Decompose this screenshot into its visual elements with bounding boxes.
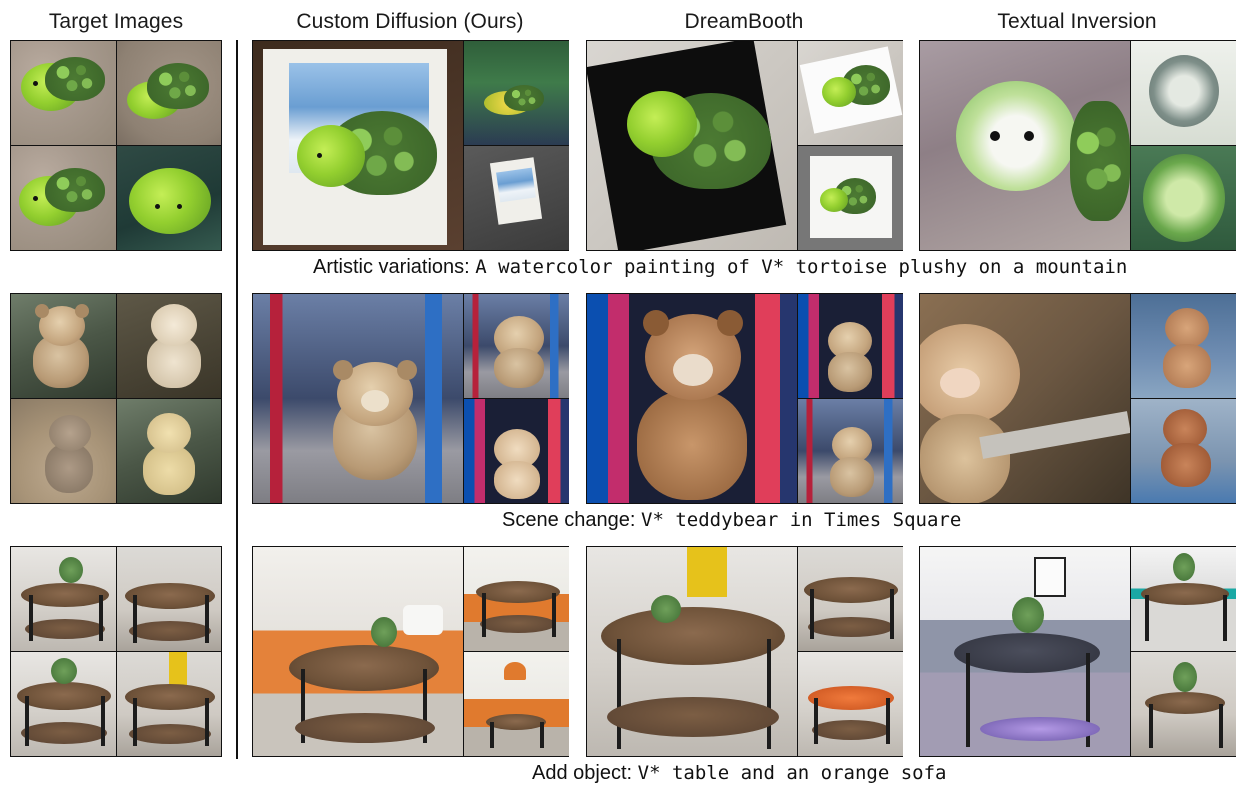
target-tortoise-2 — [116, 41, 221, 145]
caption-prompt: V* table and an orange sofa — [637, 762, 947, 784]
custom-diffusion-tortoise — [252, 40, 569, 251]
vertical-divider — [236, 40, 238, 759]
textual-inversion-teddybear — [919, 293, 1236, 504]
caption-scene-change: Scene change: V* teddybear in Times Squa… — [502, 509, 961, 532]
textual-inversion-tortoise — [919, 40, 1236, 251]
dreambooth-teddy-main — [587, 294, 797, 503]
custom-teddy-2 — [464, 294, 569, 398]
dreambooth-tortoise — [586, 40, 903, 251]
dreambooth-table-3 — [798, 652, 903, 756]
textual-table-3 — [1131, 652, 1236, 756]
target-table-3 — [11, 652, 116, 756]
custom-tortoise-3 — [464, 146, 569, 250]
dreambooth-teddy-2 — [798, 294, 903, 398]
target-table-4 — [116, 652, 221, 756]
caption-artistic-variations: Artistic variations: A watercolor painti… — [313, 256, 1127, 279]
dreambooth-tortoise-3 — [798, 146, 903, 250]
custom-tortoise-main — [253, 41, 463, 250]
dreambooth-tortoise-2 — [798, 41, 903, 145]
caption-separator: : — [464, 256, 476, 278]
textual-table-main — [920, 547, 1130, 756]
dreambooth-tortoise-main — [587, 41, 797, 250]
textual-tortoise-2 — [1131, 41, 1236, 145]
target-tortoise-3 — [11, 146, 116, 250]
caption-separator: : — [629, 509, 642, 531]
target-teddy-1 — [11, 294, 116, 398]
caption-label: Scene change — [502, 509, 630, 531]
custom-diffusion-table — [252, 546, 569, 757]
header-custom-diffusion: Custom Diffusion (Ours) — [296, 10, 524, 33]
target-tortoise-1 — [11, 41, 116, 145]
caption-add-object: Add object: V* table and an orange sofa — [532, 762, 947, 785]
custom-teddy-main — [253, 294, 463, 503]
caption-label: Artistic variations — [313, 256, 465, 278]
dreambooth-teddybear — [586, 293, 903, 504]
header-dreambooth: DreamBooth — [684, 10, 804, 33]
textual-inversion-table — [919, 546, 1236, 757]
target-images-table — [10, 546, 222, 757]
custom-tortoise-2 — [464, 41, 569, 145]
custom-teddy-3 — [464, 399, 569, 503]
header-textual-inversion: Textual Inversion — [997, 10, 1157, 33]
custom-diffusion-teddybear — [252, 293, 569, 504]
caption-prompt: V* teddybear in Times Square — [641, 509, 962, 531]
caption-separator: : — [626, 762, 638, 784]
dreambooth-table — [586, 546, 903, 757]
caption-label: Add object — [532, 762, 627, 784]
target-teddy-3 — [11, 399, 116, 503]
target-images-tortoise — [10, 40, 222, 251]
target-table-2 — [116, 547, 221, 651]
target-teddy-2 — [116, 294, 221, 398]
textual-table-2 — [1131, 547, 1236, 651]
target-images-teddybear — [10, 293, 222, 504]
custom-table-main — [253, 547, 463, 756]
header-target-images: Target Images — [48, 10, 184, 33]
textual-tortoise-3 — [1131, 146, 1236, 250]
textual-tortoise-main — [920, 41, 1130, 250]
dreambooth-teddy-3 — [798, 399, 903, 503]
target-table-1 — [11, 547, 116, 651]
target-tortoise-4 — [116, 146, 221, 250]
caption-prompt: A watercolor painting of V* tortoise plu… — [475, 256, 1128, 278]
target-teddy-4 — [116, 399, 221, 503]
textual-teddy-2 — [1131, 294, 1236, 398]
dreambooth-table-main — [587, 547, 797, 756]
custom-table-2 — [464, 547, 569, 651]
textual-teddy-3 — [1131, 399, 1236, 503]
custom-table-3 — [464, 652, 569, 756]
textual-teddy-main — [920, 294, 1130, 503]
dreambooth-table-2 — [798, 547, 903, 651]
